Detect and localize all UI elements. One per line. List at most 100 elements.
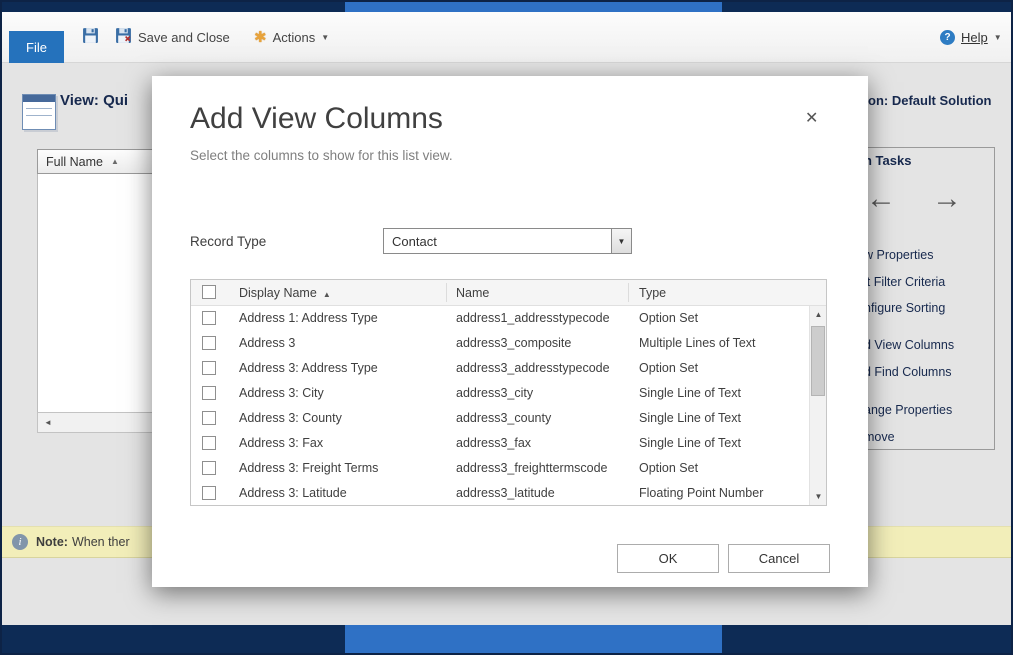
cell-name: address3_city <box>456 386 534 400</box>
window-top-strip <box>2 2 1011 12</box>
scroll-down-icon[interactable]: ▼ <box>810 488 827 505</box>
row-checkbox[interactable] <box>202 386 216 400</box>
view-page-icon-line <box>26 115 52 116</box>
task-link-edit-filter-criteria[interactable]: it Filter Criteria <box>864 275 945 289</box>
cell-display-name: Address 3: County <box>239 411 342 425</box>
header-type[interactable]: Type <box>639 280 666 306</box>
table-row[interactable]: Address 3: Freight Terms address3_freigh… <box>191 456 809 481</box>
cell-name: address3_composite <box>456 336 572 350</box>
help-button[interactable]: ? Help ▼ <box>940 26 1002 48</box>
table-row[interactable]: Address 3: Address Type address3_address… <box>191 356 809 381</box>
sort-asc-icon: ▲ <box>322 290 331 299</box>
solution-label: on: Default Solution <box>868 93 992 108</box>
cell-type: Single Line of Text <box>639 436 741 450</box>
cell-display-name: Address 3: City <box>239 386 324 400</box>
cell-name: address3_county <box>456 411 552 425</box>
row-checkbox[interactable] <box>202 486 216 500</box>
ok-button[interactable]: OK <box>617 544 719 573</box>
window-bottom-strip <box>2 625 1011 653</box>
cell-name: address3_fax <box>456 436 532 450</box>
grid-column-header-label: Full Name <box>46 154 103 169</box>
view-page-icon-line <box>26 108 52 109</box>
dialog-title: Add View Columns <box>190 102 443 135</box>
cell-name: address3_freighttermscode <box>456 461 608 475</box>
chevron-down-icon: ▼ <box>993 32 1002 42</box>
cell-name: address3_addresstypecode <box>456 361 610 375</box>
table-row[interactable]: Address 3: City address3_city Single Lin… <box>191 381 809 406</box>
cell-display-name: Address 3: Fax <box>239 436 324 450</box>
header-name[interactable]: Name <box>456 280 489 306</box>
scroll-up-icon[interactable]: ▲ <box>810 306 827 323</box>
task-link-add-view-columns[interactable]: d View Columns <box>864 338 954 352</box>
columns-table: Display Name ▲ Name Type Address 1: Addre… <box>190 279 827 506</box>
window-top-strip-accent <box>345 2 722 12</box>
row-checkbox[interactable] <box>202 311 216 325</box>
header-display-name[interactable]: Display Name ▲ <box>239 280 331 308</box>
cell-display-name: Address 3: Freight Terms <box>239 461 379 475</box>
column-separator <box>628 283 629 302</box>
move-left-arrow-icon[interactable]: ← <box>866 184 896 214</box>
window-bottom-strip-accent <box>345 625 722 653</box>
cell-type: Option Set <box>639 311 699 325</box>
cell-type: Single Line of Text <box>639 386 741 400</box>
close-icon[interactable]: ✕ <box>805 108 818 128</box>
row-checkbox[interactable] <box>202 411 216 425</box>
common-tasks-panel: n Tasks ← → w Properties it Filter Crite… <box>859 147 995 450</box>
add-view-columns-dialog: Add View Columns ✕ Select the columns to… <box>152 76 868 587</box>
save-and-close-button[interactable]: Save and Close <box>115 26 230 48</box>
column-separator <box>446 283 447 302</box>
task-link-change-properties[interactable]: ange Properties <box>864 403 952 417</box>
scrollbar-thumb[interactable] <box>811 326 825 396</box>
chevron-down-icon: ▼ <box>321 32 330 42</box>
task-link-view-properties[interactable]: w Properties <box>864 248 933 262</box>
save-button[interactable] <box>82 26 99 48</box>
table-row[interactable]: Address 3: Fax address3_fax Single Line … <box>191 431 809 456</box>
cell-type: Option Set <box>639 361 699 375</box>
cell-name: address3_latitude <box>456 486 555 500</box>
horizontal-scrollbar[interactable]: ◄ <box>37 412 159 433</box>
row-checkbox[interactable] <box>202 436 216 450</box>
cell-type: Single Line of Text <box>639 411 741 425</box>
help-label: Help <box>961 29 988 45</box>
page-title: View: Qui <box>60 92 129 109</box>
table-row[interactable]: Address 1: Address Type address1_address… <box>191 306 809 331</box>
cell-display-name: Address 3: Address Type <box>239 361 378 375</box>
note-bold-label: Note: <box>36 535 68 549</box>
row-checkbox[interactable] <box>202 361 216 375</box>
tasks-panel-title: n Tasks <box>864 153 912 168</box>
task-link-configure-sorting[interactable]: nfigure Sorting <box>864 301 945 315</box>
row-checkbox[interactable] <box>202 336 216 350</box>
task-link-remove[interactable]: move <box>864 430 895 444</box>
grid-body <box>37 174 158 412</box>
sort-asc-icon: ▲ <box>110 157 119 166</box>
view-page-icon <box>22 94 56 130</box>
table-row[interactable]: Address 3: Latitude address3_latitude Fl… <box>191 481 809 505</box>
cell-display-name: Address 1: Address Type <box>239 311 378 325</box>
cell-display-name: Address 3: Latitude <box>239 486 347 500</box>
actions-button[interactable]: ✱ Actions ▼ <box>254 26 329 48</box>
dropdown-arrow-icon[interactable]: ▼ <box>611 229 631 253</box>
cell-type: Multiple Lines of Text <box>639 336 756 350</box>
task-link-add-find-columns[interactable]: d Find Columns <box>864 365 952 379</box>
view-page-icon-band <box>23 95 55 102</box>
table-header-row: Display Name ▲ Name Type <box>191 280 826 306</box>
actions-star-icon: ✱ <box>254 29 267 46</box>
note-text: When ther <box>71 535 130 549</box>
actions-label: Actions <box>272 29 316 45</box>
grid-column-header-full-name[interactable]: Full Name ▲ <box>37 149 158 174</box>
table-row[interactable]: Address 3: County address3_county Single… <box>191 406 809 431</box>
record-type-label: Record Type <box>190 234 267 249</box>
record-type-value: Contact <box>392 233 437 249</box>
table-body: Address 1: Address Type address1_address… <box>191 306 809 505</box>
cancel-button[interactable]: Cancel <box>728 544 830 573</box>
scroll-left-icon[interactable]: ◄ <box>38 418 58 427</box>
file-tab[interactable]: File <box>9 31 64 63</box>
record-type-select[interactable]: Contact ▼ <box>383 228 632 254</box>
cell-display-name: Address 3 <box>239 336 296 350</box>
row-checkbox[interactable] <box>202 461 216 475</box>
move-right-arrow-icon[interactable]: → <box>932 184 962 214</box>
select-all-checkbox[interactable] <box>202 285 216 299</box>
table-row[interactable]: Address 3 address3_composite Multiple Li… <box>191 331 809 356</box>
dialog-subtitle: Select the columns to show for this list… <box>190 148 453 163</box>
vertical-scrollbar[interactable]: ▲ ▼ <box>809 306 826 505</box>
